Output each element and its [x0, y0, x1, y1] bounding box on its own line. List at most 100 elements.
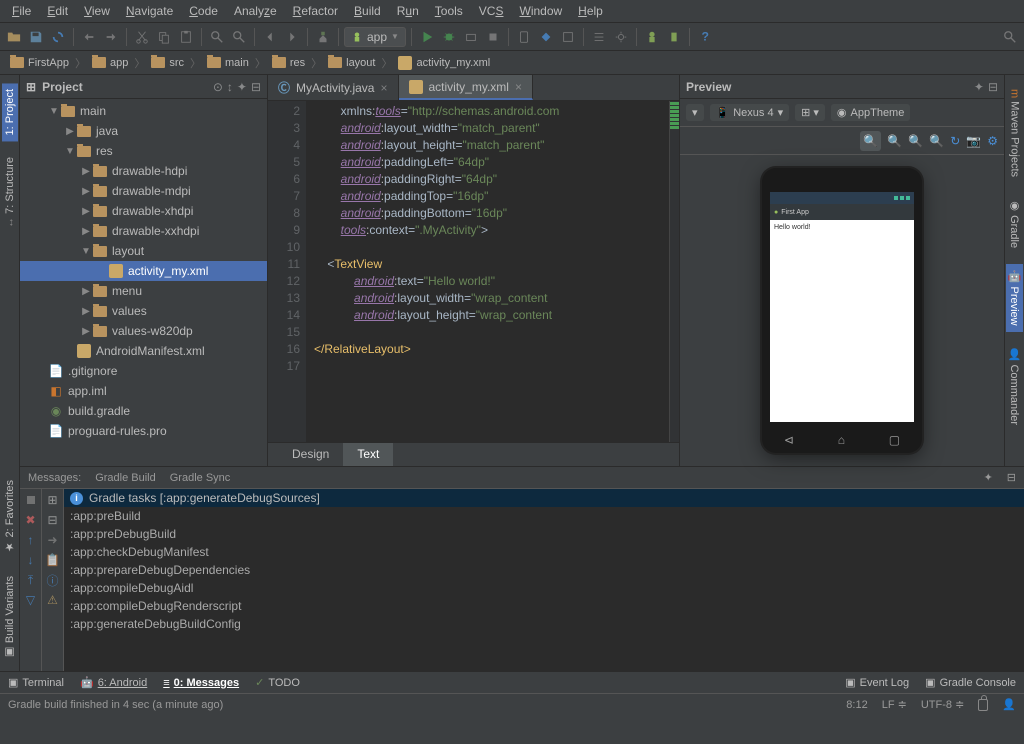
- tree-manifest[interactable]: AndroidManifest.xml: [20, 341, 267, 361]
- cut-icon[interactable]: [132, 27, 152, 47]
- tree-app-iml[interactable]: ◧app.iml: [20, 381, 267, 401]
- find-icon[interactable]: [207, 27, 227, 47]
- zoom-out-icon[interactable]: 🔍: [929, 134, 944, 148]
- tab-commander[interactable]: 👤 Commander: [1006, 342, 1023, 431]
- autoscroll-icon[interactable]: ➜: [46, 533, 60, 547]
- messages-content[interactable]: i Gradle tasks [:app:generateDebugSource…: [64, 489, 1024, 671]
- menu-run[interactable]: Run: [389, 1, 427, 21]
- task-line[interactable]: :app:compileDebugAidl: [64, 579, 1024, 597]
- tree-layout[interactable]: ▼layout: [20, 241, 267, 261]
- menu-analyze[interactable]: Analyze: [226, 1, 285, 21]
- open-icon[interactable]: [4, 27, 24, 47]
- tab-gradle-console[interactable]: ▣ Gradle Console: [925, 676, 1016, 689]
- attach-icon[interactable]: [461, 27, 481, 47]
- messages-gradle-sync[interactable]: Gradle Sync: [170, 472, 231, 484]
- tree-values[interactable]: ▶values: [20, 301, 267, 321]
- menu-code[interactable]: Code: [181, 1, 226, 21]
- refresh-icon[interactable]: ↻: [950, 134, 960, 148]
- tree-res[interactable]: ▼res: [20, 141, 267, 161]
- menu-refactor[interactable]: Refactor: [285, 1, 346, 21]
- tab-terminal[interactable]: ▣ Terminal: [8, 676, 64, 689]
- menu-help[interactable]: Help: [570, 1, 611, 21]
- tab-gradle[interactable]: ◉ Gradle: [1006, 193, 1023, 254]
- ddms-icon[interactable]: [558, 27, 578, 47]
- tree-activity-my[interactable]: activity_my.xml: [20, 261, 267, 281]
- task-line[interactable]: :app:compileDebugRenderscript: [64, 597, 1024, 615]
- export-icon[interactable]: ⤒: [24, 573, 38, 587]
- code-editor[interactable]: 2345 6789 10111213 14151617 xmlns:tools=…: [268, 101, 679, 442]
- bc-firstapp[interactable]: FirstApp: [6, 55, 73, 71]
- gear-icon[interactable]: ✦: [974, 80, 984, 94]
- stop-icon[interactable]: [483, 27, 503, 47]
- tree-build-gradle[interactable]: ◉build.gradle: [20, 401, 267, 421]
- bc-main[interactable]: main: [203, 55, 253, 71]
- stop-icon[interactable]: [24, 493, 38, 507]
- tab-activity-my-xml[interactable]: activity_my.xml×: [399, 75, 533, 100]
- tree-icon[interactable]: 📋: [46, 553, 60, 567]
- tab-android[interactable]: 🤖 6: Android: [80, 676, 147, 689]
- bc-layout[interactable]: layout: [324, 55, 379, 71]
- undo-icon[interactable]: [79, 27, 99, 47]
- forward-icon[interactable]: [282, 27, 302, 47]
- zoom-actual-icon[interactable]: 🔍: [887, 134, 902, 148]
- tab-todo[interactable]: ✓ TODO: [255, 676, 300, 689]
- tree-drawable-xxhdpi[interactable]: ▶drawable-xxhdpi: [20, 221, 267, 241]
- bc-file[interactable]: activity_my.xml: [394, 54, 494, 72]
- tree-java[interactable]: ▶java: [20, 121, 267, 141]
- lock-icon[interactable]: [978, 699, 988, 711]
- menu-view[interactable]: View: [76, 1, 118, 21]
- tab-build-variants[interactable]: ▣ Build Variants: [1, 570, 18, 665]
- redo-icon[interactable]: [101, 27, 121, 47]
- replace-icon[interactable]: [229, 27, 249, 47]
- search-everywhere-icon[interactable]: [1000, 27, 1020, 47]
- gear-icon[interactable]: ✦: [237, 80, 247, 94]
- task-line[interactable]: :app:prepareDebugDependencies: [64, 561, 1024, 579]
- down-icon[interactable]: ↓: [24, 553, 38, 567]
- tree-proguard[interactable]: 📄proguard-rules.pro: [20, 421, 267, 441]
- tree-drawable-mdpi[interactable]: ▶drawable-mdpi: [20, 181, 267, 201]
- line-separator[interactable]: LF ≑: [882, 698, 907, 711]
- hide-icon[interactable]: ⊟: [251, 80, 261, 94]
- close-icon[interactable]: ×: [380, 81, 387, 95]
- tab-messages[interactable]: ≡ 0: Messages: [163, 677, 239, 689]
- warning-icon[interactable]: ⚠: [46, 593, 60, 607]
- expand-icon[interactable]: ⊞: [46, 493, 60, 507]
- sync-icon[interactable]: [48, 27, 68, 47]
- task-line[interactable]: :app:preBuild: [64, 507, 1024, 525]
- menu-build[interactable]: Build: [346, 1, 389, 21]
- debug-icon[interactable]: [439, 27, 459, 47]
- copy-icon[interactable]: [154, 27, 174, 47]
- tree-main[interactable]: ▼main: [20, 101, 267, 121]
- tab-preview[interactable]: 🤖 Preview: [1006, 264, 1023, 332]
- collapse-icon[interactable]: ⊟: [46, 513, 60, 527]
- filter-icon[interactable]: ▽: [24, 593, 38, 607]
- menu-vcs[interactable]: VCS: [471, 1, 512, 21]
- back-icon[interactable]: [260, 27, 280, 47]
- tab-text[interactable]: Text: [343, 443, 393, 466]
- screenshot-icon[interactable]: 📷: [966, 134, 981, 148]
- config-selector[interactable]: ⊞ ▾: [795, 104, 825, 121]
- menu-edit[interactable]: Edit: [39, 1, 76, 21]
- cursor-position[interactable]: 8:12: [846, 699, 867, 711]
- run-config-selector[interactable]: app ▼: [344, 27, 406, 47]
- run-icon[interactable]: [417, 27, 437, 47]
- help-icon[interactable]: ?: [695, 27, 715, 47]
- hide-icon[interactable]: ⊟: [1007, 471, 1016, 484]
- menu-navigate[interactable]: Navigate: [118, 1, 181, 21]
- menu-tools[interactable]: Tools: [427, 1, 471, 21]
- tab-myactivity-java[interactable]: ⒸMyActivity.java×: [268, 75, 399, 100]
- menu-file[interactable]: File: [4, 1, 39, 21]
- info-icon[interactable]: ⓘ: [46, 573, 60, 587]
- hector-icon[interactable]: 👤: [1002, 698, 1016, 711]
- structure-icon[interactable]: [589, 27, 609, 47]
- messages-gradle-build[interactable]: Gradle Build: [95, 472, 156, 484]
- close-icon[interactable]: ✖: [24, 513, 38, 527]
- zoom-in-icon[interactable]: 🔍: [908, 134, 923, 148]
- tab-project[interactable]: 1: Project: [2, 83, 18, 141]
- messages-title-line[interactable]: i Gradle tasks [:app:generateDebugSource…: [64, 489, 1024, 507]
- tree-values-w820dp[interactable]: ▶values-w820dp: [20, 321, 267, 341]
- bc-src[interactable]: src: [147, 55, 188, 71]
- tab-structure[interactable]: ↔ 7: Structure: [2, 151, 18, 234]
- hide-icon[interactable]: ⊟: [988, 80, 998, 94]
- settings-icon[interactable]: [611, 27, 631, 47]
